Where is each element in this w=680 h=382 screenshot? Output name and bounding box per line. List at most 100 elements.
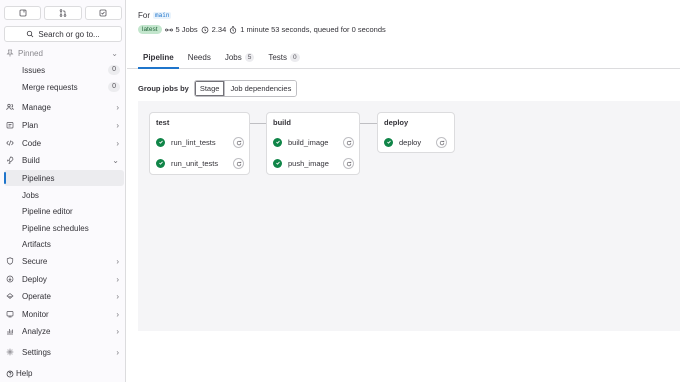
chevron-down-icon: ⌄	[112, 155, 119, 165]
retry-icon	[236, 140, 241, 145]
sidebar-item-label: Secure	[22, 256, 48, 266]
sidebar-item-pipeline-schedules[interactable]: Pipeline schedules	[0, 220, 125, 236]
sidebar-item-pipelines[interactable]: Pipelines	[4, 170, 124, 186]
sidebar-item-pipeline-editor[interactable]: Pipeline editor	[0, 203, 125, 219]
sidebar-item-monitor[interactable]: Monitor ›	[0, 306, 125, 322]
success-status-icon	[384, 137, 393, 147]
sidebar-item-merge-requests[interactable]: Merge requests 0	[0, 79, 125, 95]
retry-job-button[interactable]	[233, 158, 244, 169]
pinned-label: Pinned	[18, 48, 43, 58]
retry-icon	[346, 140, 351, 145]
gear-icon	[6, 347, 18, 357]
pin-icon	[6, 48, 18, 58]
sidebar-item-settings[interactable]: Settings ›	[0, 344, 125, 360]
tab-jobs[interactable]: Jobs 5	[220, 46, 260, 68]
retry-job-button[interactable]	[343, 137, 354, 148]
sidebar-item-issues[interactable]: Issues 0	[0, 62, 125, 78]
sidebar-top-actions	[4, 6, 122, 22]
job-name: build_image	[288, 137, 329, 147]
stage-title: test	[156, 118, 170, 127]
sidebar-item-jobs[interactable]: Jobs	[0, 187, 125, 203]
pipeline-icon	[164, 28, 173, 31]
chevron-right-icon: ›	[116, 309, 119, 319]
retry-icon	[346, 161, 351, 166]
chevron-right-icon: ›	[116, 291, 119, 301]
retry-icon	[439, 140, 444, 145]
time-summary: 1 minute 53 seconds, queued for 0 second…	[240, 25, 386, 34]
retry-job-button[interactable]	[436, 137, 447, 148]
group-by-stage-button[interactable]: Stage	[194, 81, 226, 96]
sidebar-item-deploy[interactable]: Deploy ›	[0, 271, 125, 287]
tab-label: Tests	[268, 52, 288, 62]
search-icon	[27, 30, 34, 38]
chevron-down-icon: ⌄	[111, 48, 118, 58]
success-status-icon	[273, 158, 282, 168]
duration-value: 2.34	[211, 25, 227, 34]
group-by-toggle: Stage Job dependencies	[193, 80, 298, 97]
tab-pipeline[interactable]: Pipeline	[138, 46, 179, 69]
job-deploy[interactable]: deploy	[384, 135, 421, 149]
sidebar-item-label: Build	[22, 155, 40, 165]
sidebar-item-label: Merge requests	[22, 82, 78, 92]
rocket-icon	[6, 155, 18, 165]
chevron-right-icon: ›	[116, 347, 119, 357]
pinned-section-toggle[interactable]: Pinned ⌄	[4, 47, 122, 59]
sidebar-item-label: Pipelines	[22, 173, 55, 183]
retry-icon	[236, 161, 241, 166]
success-status-icon	[273, 137, 282, 147]
job-push-image[interactable]: push_image	[273, 156, 329, 170]
sidebar-item-manage[interactable]: Manage ›	[0, 99, 125, 115]
sidebar: Search or go to... Pinned ⌄ Issues 0 Mer…	[0, 0, 126, 382]
main-content: For main latest 5 Jobs 2.34 1 minute 53 …	[127, 0, 680, 382]
tab-count-badge: 5	[244, 52, 255, 62]
retry-job-button[interactable]	[343, 158, 354, 169]
job-run-lint-tests[interactable]: run_lint_tests	[156, 135, 216, 149]
stage-build: build build_image push_image	[266, 112, 360, 175]
timer-icon	[201, 26, 209, 33]
pipeline-ref-line: For main	[138, 11, 172, 20]
chevron-right-icon: ›	[116, 138, 119, 148]
sidebar-item-operate[interactable]: Operate ›	[0, 288, 125, 304]
retry-job-button[interactable]	[233, 137, 244, 148]
help-label: Help	[16, 369, 33, 378]
sidebar-item-analyze[interactable]: Analyze ›	[0, 323, 125, 339]
sidebar-item-secure[interactable]: Secure ›	[0, 253, 125, 269]
merge-requests-count-badge: 0	[108, 82, 120, 92]
sidebar-item-label: Issues	[22, 65, 46, 75]
issues-icon	[19, 9, 27, 17]
group-by-dependencies-button[interactable]: Job dependencies	[225, 81, 297, 96]
sidebar-item-code[interactable]: Code ›	[0, 135, 125, 151]
sidebar-item-label: Deploy	[22, 274, 47, 284]
branch-link[interactable]: main	[153, 12, 172, 19]
job-build-image[interactable]: build_image	[273, 135, 328, 149]
chevron-right-icon: ›	[116, 274, 119, 284]
clock-icon	[230, 25, 237, 34]
tab-count-badge: 0	[290, 52, 300, 62]
search-label: Search or go to...	[38, 29, 100, 39]
chevron-right-icon: ›	[116, 326, 119, 336]
sidebar-item-label: Artifacts	[22, 239, 51, 249]
sidebar-item-artifacts[interactable]: Artifacts	[0, 236, 125, 252]
job-run-unit-tests[interactable]: run_unit_tests	[156, 156, 218, 170]
todos-shortcut-button[interactable]	[84, 6, 122, 20]
todo-icon	[99, 9, 107, 17]
sidebar-item-label: Monitor	[22, 309, 49, 319]
job-name: deploy	[399, 137, 422, 147]
tab-needs[interactable]: Needs	[183, 46, 216, 68]
sidebar-item-plan[interactable]: Plan ›	[0, 117, 125, 133]
sidebar-item-build[interactable]: Build ⌄	[0, 152, 125, 168]
stage-title: deploy	[384, 118, 409, 127]
group-jobs-by: Group jobs by Stage Job dependencies	[138, 80, 298, 97]
success-status-icon	[156, 158, 165, 168]
issues-shortcut-button[interactable]	[4, 6, 42, 20]
tab-tests[interactable]: Tests 0	[263, 46, 304, 68]
merge-requests-shortcut-button[interactable]	[44, 6, 82, 20]
monitor-icon	[6, 309, 18, 319]
group-by-label: Group jobs by	[138, 84, 189, 93]
help-icon	[6, 370, 14, 377]
stage-connector	[250, 123, 267, 124]
search-button[interactable]: Search or go to...	[4, 26, 122, 42]
help-button[interactable]: Help	[6, 369, 32, 378]
code-icon	[6, 138, 18, 148]
shield-icon	[6, 256, 18, 266]
